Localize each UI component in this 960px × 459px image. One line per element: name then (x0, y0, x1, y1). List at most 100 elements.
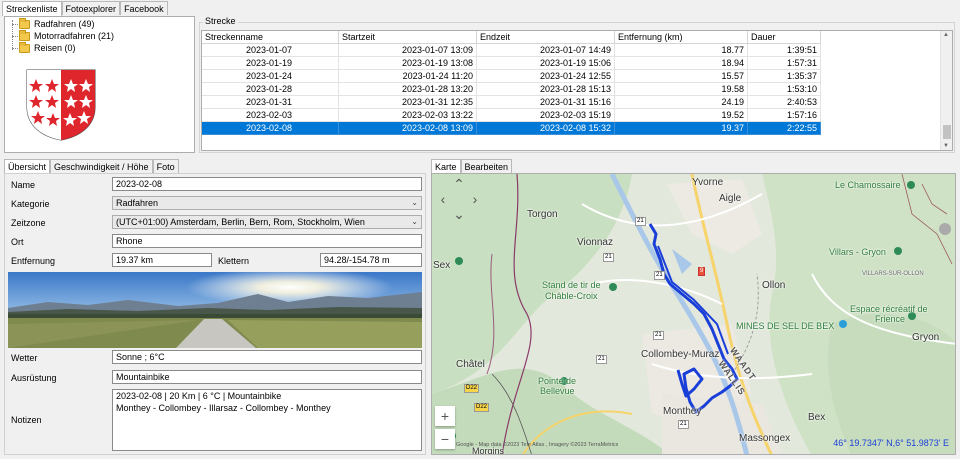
route-table-scrollbar[interactable]: ▲ ▼ (940, 31, 952, 150)
pan-down-icon[interactable]: ⌄ (451, 206, 467, 222)
map-label-gryon: Gryon (912, 332, 940, 343)
map-coordinates: 46° 19.7347' N,6° 51.9873' E (833, 438, 949, 448)
tab-karte[interactable]: Karte (431, 159, 461, 174)
table-cell: 2023-01-19 15:06 (477, 57, 615, 70)
column-header-endzeit[interactable]: Endzeit (477, 31, 615, 44)
table-cell: 2023-02-08 13:09 (339, 122, 477, 135)
climb-field[interactable]: 94.28/-154.78 m (320, 253, 422, 267)
map-label-chable-croix: Châble-Croix (545, 291, 598, 301)
map-label-mines-de-sel: MINES DE SEL DE BEX (736, 321, 835, 331)
table-cell: 2:22:55 (748, 122, 821, 135)
table-cell: 2023-01-19 (202, 57, 339, 70)
table-cell: 2023-02-03 13:22 (339, 109, 477, 122)
scroll-down-icon[interactable]: ▼ (943, 143, 949, 149)
timezone-select-value: (UTC+01:00) Amsterdam, Berlin, Bern, Rom… (116, 217, 365, 227)
road-badge: 21 (654, 271, 665, 280)
table-row[interactable]: 2023-01-19 2023-01-19 13:08 2023-01-19 15:… (202, 57, 821, 70)
map-label-pointe-de: Pointe de (538, 376, 577, 386)
tab-uebersicht[interactable]: Übersicht (4, 159, 51, 174)
timezone-label: Zeitzone (11, 218, 46, 228)
detail-tabs: Übersicht Geschwindigkeit / Höhe Foto (4, 159, 179, 174)
scrollbar-thumb[interactable] (943, 125, 951, 139)
table-cell: 2023-01-31 15:16 (477, 96, 615, 109)
map-label-espace-recreatif: Espace récréatif de (850, 304, 928, 314)
category-label: Kategorie (11, 199, 50, 209)
table-cell: 2023-01-07 13:09 (339, 44, 477, 57)
tab-fotoexplorer[interactable]: Fotoexplorer (61, 1, 121, 15)
map-label-aigle: Aigle (719, 193, 742, 204)
road-badge: 21 (653, 331, 664, 340)
map-label-ollon: Ollon (762, 280, 786, 291)
category-select[interactable]: Radfahren ⌄ (112, 196, 422, 210)
climb-label: Klettern (218, 256, 250, 266)
tree-item-reisen[interactable]: Reisen (0) (19, 41, 76, 54)
column-header-entfernung[interactable]: Entfernung (km) (615, 31, 748, 44)
pan-up-icon[interactable]: ⌃ (451, 176, 467, 192)
map-tabs: Karte Bearbeiten (431, 159, 513, 174)
table-cell: 1:57:31 (748, 57, 821, 70)
map-label-villars: Villars - Gryon (829, 247, 886, 257)
table-cell: 2023-02-03 15:19 (477, 109, 615, 122)
map-label-collombey-muraz: Collombey-Muraz (641, 349, 720, 360)
road-badge: 21 (603, 253, 614, 262)
map-label-chamossaire: Le Chamossaire (835, 180, 901, 190)
map-label-villars-sur-ollon: VILLARS-SUR-OLLON (862, 271, 924, 277)
table-row[interactable]: 2023-01-31 2023-01-31 12:35 2023-01-31 15:… (202, 96, 821, 109)
table-row[interactable]: 2023-02-03 2023-02-03 13:22 2023-02-03 15:… (202, 109, 821, 122)
equipment-label: Ausrüstung (11, 373, 57, 383)
distance-label: Entfernung (11, 256, 56, 266)
table-row[interactable]: 2023-02-08 2023-02-08 13:09 2023-02-08 15:… (202, 122, 821, 135)
table-cell: 2023-01-07 14:49 (477, 44, 615, 57)
pan-left-icon[interactable]: ‹ (435, 191, 451, 207)
column-header-dauer[interactable]: Dauer (748, 31, 821, 44)
tab-facebook[interactable]: Facebook (120, 1, 168, 15)
notes-field[interactable]: 2023-02-08 | 20 Km | 6 °C | Mountainbike… (112, 389, 422, 451)
notes-line: Monthey - Collombey - Illarsaz - Collomb… (116, 403, 331, 413)
zoom-out-button[interactable]: − (435, 429, 455, 449)
map-label-frience: Frience (875, 314, 906, 324)
route-table[interactable]: Streckenname Startzeit Endzeit Entfernun… (201, 30, 953, 151)
tree-item-motorradfahren[interactable]: Motorradfahren (21) (19, 29, 114, 42)
table-cell: 2023-02-08 15:32 (477, 122, 615, 135)
table-row[interactable]: 2023-01-28 2023-01-28 13:20 2023-01-28 15:… (202, 83, 821, 96)
road-badge: 9 (698, 267, 706, 276)
table-cell: 2023-02-08 (202, 122, 339, 135)
table-cell: 19.58 (615, 83, 748, 96)
route-table-header: Streckenname Startzeit Endzeit Entfernun… (202, 31, 821, 44)
weather-field[interactable]: Sonne ; 6°C (112, 350, 422, 364)
table-cell: 2023-01-28 15:13 (477, 83, 615, 96)
category-tree[interactable]: Radfahren (49) Motorradfahren (21) Reise… (4, 16, 195, 153)
road-badge: 21 (678, 420, 689, 429)
tab-streckenliste[interactable]: Streckenliste (2, 1, 62, 16)
chevron-down-icon: ⌄ (411, 198, 418, 207)
table-row[interactable]: 2023-01-24 2023-01-24 11:20 2023-01-24 12:… (202, 70, 821, 83)
map-view[interactable]: Yvorne Aigle Torgon Vionnaz Le Chamossai… (431, 173, 956, 455)
name-field[interactable]: 2023-02-08 (112, 177, 422, 191)
route-photo (8, 272, 422, 348)
place-field[interactable]: Rhone (112, 234, 422, 248)
tab-bearbeiten[interactable]: Bearbeiten (460, 159, 513, 173)
folder-icon (19, 41, 30, 53)
column-header-startzeit[interactable]: Startzeit (339, 31, 477, 44)
table-cell: 1:39:51 (748, 44, 821, 57)
top-tabs: Streckenliste Fotoexplorer Facebook (2, 1, 168, 16)
folder-icon (19, 29, 30, 41)
timezone-select[interactable]: (UTC+01:00) Amsterdam, Berlin, Bern, Rom… (112, 215, 422, 229)
scroll-up-icon[interactable]: ▲ (943, 32, 949, 38)
distance-field[interactable]: 19.37 km (112, 253, 212, 267)
tab-foto[interactable]: Foto (152, 159, 179, 173)
tree-item-radfahren[interactable]: Radfahren (49) (19, 17, 95, 30)
table-cell: 2023-01-28 (202, 83, 339, 96)
table-cell: 2:40:53 (748, 96, 821, 109)
equipment-field[interactable]: Mountainbike (112, 370, 422, 384)
tab-geschwindigkeit-hoehe[interactable]: Geschwindigkeit / Höhe (50, 159, 153, 173)
zoom-in-button[interactable]: + (435, 406, 455, 426)
pan-right-icon[interactable]: › (467, 191, 483, 207)
tree-item-label: Reisen (0) (34, 43, 76, 53)
table-cell: 2023-01-31 12:35 (339, 96, 477, 109)
table-row[interactable]: 2023-01-07 2023-01-07 13:09 2023-01-07 14:… (202, 44, 821, 57)
notes-line: 2023-02-08 | 20 Km | 6 °C | Mountainbike (116, 391, 282, 401)
route-group-title: Strecke (203, 16, 238, 26)
column-header-streckenname[interactable]: Streckenname (202, 31, 339, 44)
map-label-vionnaz: Vionnaz (577, 237, 613, 248)
